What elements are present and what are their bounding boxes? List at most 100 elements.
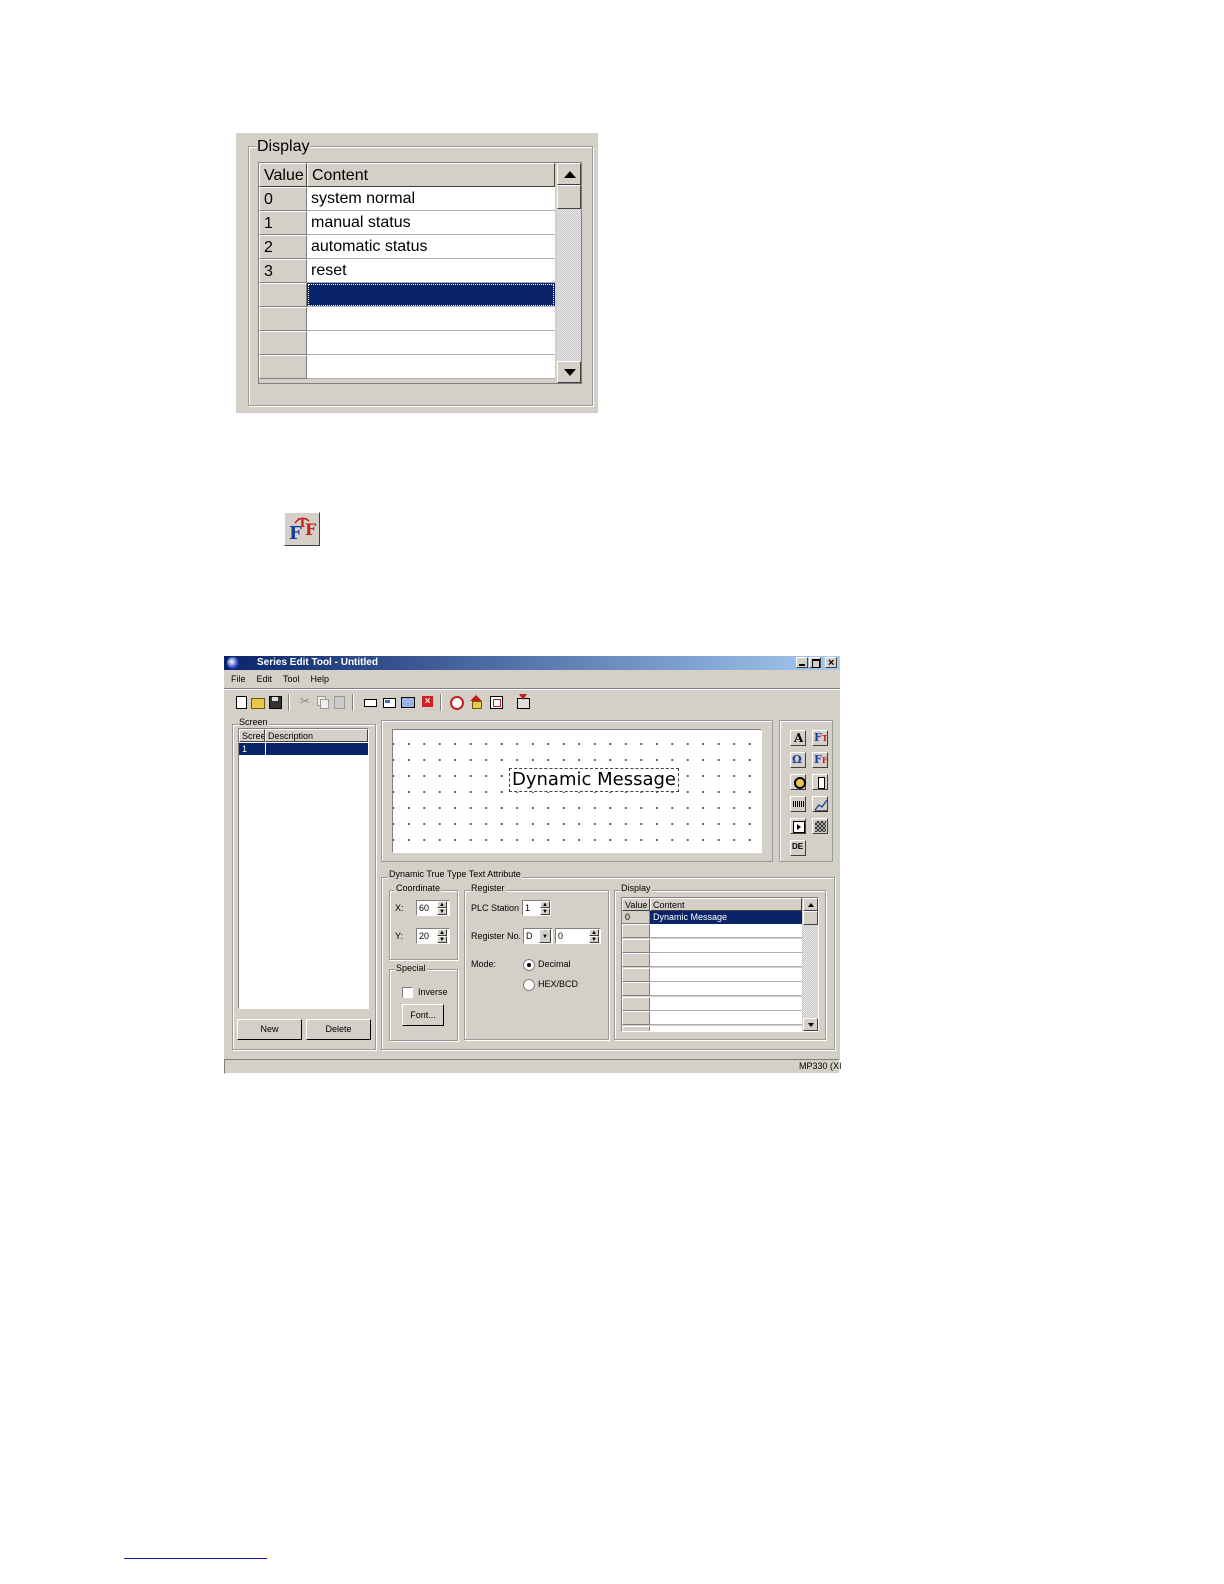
display-row[interactable]: 2 automatic status <box>259 235 555 259</box>
font-button[interactable]: Font... <box>402 1004 444 1026</box>
small-content-header[interactable]: Content <box>650 898 802 911</box>
paste-button[interactable] <box>331 694 347 710</box>
display-row[interactable] <box>259 355 555 379</box>
small-row-value-empty[interactable] <box>622 953 650 967</box>
small-value-header[interactable]: Value <box>622 898 650 911</box>
menu-edit[interactable]: Edit <box>257 674 273 684</box>
small-row-content-empty[interactable] <box>650 996 802 1011</box>
small-row-value-empty[interactable] <box>622 924 650 938</box>
home-screen-button[interactable] <box>468 694 484 710</box>
y-spin-up[interactable]: ▲ <box>437 929 447 936</box>
display-row-value[interactable]: 2 <box>259 235 307 259</box>
display-row-content[interactable]: automatic status <box>307 235 555 259</box>
value-column-header[interactable]: Value <box>259 163 307 187</box>
dynamic-message-object[interactable]: Dynamic Message <box>509 768 679 792</box>
small-row-value-empty[interactable] <box>622 1025 650 1031</box>
register-spin-up[interactable]: ▲ <box>589 929 599 936</box>
small-row-content-empty[interactable] <box>650 924 802 938</box>
display-row-value[interactable] <box>259 355 307 379</box>
display-row[interactable]: 3 reset <box>259 259 555 283</box>
static-text-tool[interactable]: A <box>790 730 806 746</box>
small-display-table[interactable]: Value Content 0 Dynamic Message <box>621 897 819 1032</box>
decimal-radio[interactable] <box>523 959 535 971</box>
new-screen-button[interactable] <box>362 694 378 710</box>
display-row[interactable] <box>259 331 555 355</box>
small-row-content[interactable]: Dynamic Message <box>650 911 802 924</box>
save-button[interactable] <box>267 694 283 710</box>
delete-screen-list-button[interactable]: Delete <box>306 1019 371 1040</box>
register-spin-down[interactable]: ▼ <box>589 936 599 943</box>
display-row[interactable] <box>259 307 555 331</box>
bitmap-tool[interactable] <box>812 818 828 834</box>
display-row[interactable] <box>259 283 555 307</box>
minimize-button[interactable] <box>796 657 808 668</box>
small-row-content-empty[interactable] <box>650 967 802 982</box>
display-row-content[interactable] <box>307 283 555 307</box>
data-entry-tool[interactable]: DE <box>790 840 806 856</box>
function-key-tool[interactable] <box>790 818 806 834</box>
copy-button[interactable] <box>314 694 330 710</box>
small-row-content-empty[interactable] <box>650 982 802 996</box>
x-spin-up[interactable]: ▲ <box>437 901 447 908</box>
display-row-value[interactable]: 3 <box>259 259 307 283</box>
scroll-up-button[interactable] <box>557 163 581 185</box>
display-row-value[interactable] <box>259 283 307 307</box>
content-column-header[interactable]: Content <box>307 163 555 187</box>
small-row-value-empty[interactable] <box>622 982 650 996</box>
screen-description-header[interactable]: Description <box>265 729 368 742</box>
inverse-checkbox[interactable] <box>402 987 413 998</box>
small-scroll-up[interactable] <box>803 898 818 911</box>
display-row-content[interactable] <box>307 331 555 355</box>
small-vertical-scrollbar[interactable] <box>803 898 818 1031</box>
display-row[interactable]: 0 system normal <box>259 187 555 211</box>
display-row-content[interactable]: reset <box>307 259 555 283</box>
small-row-value-empty[interactable] <box>622 967 650 982</box>
small-row-content-empty[interactable] <box>650 938 802 953</box>
small-row-content-empty[interactable] <box>650 1011 802 1025</box>
trend-graph-tool[interactable] <box>812 796 828 812</box>
new-screen-list-button[interactable]: New <box>237 1019 302 1040</box>
menu-tool[interactable]: Tool <box>283 674 300 684</box>
download-button[interactable] <box>515 694 531 710</box>
scroll-down-button[interactable] <box>557 361 581 383</box>
screen-list[interactable]: Scree Description 1 <box>238 728 369 1009</box>
dynamic-true-type-text-tool[interactable]: FF <box>812 752 828 768</box>
display-row[interactable]: 1 manual status <box>259 211 555 235</box>
small-row-content-empty[interactable] <box>650 1025 802 1031</box>
open-file-button[interactable] <box>250 694 266 710</box>
switch-tool[interactable] <box>812 774 828 790</box>
screen-canvas[interactable]: Dynamic Message <box>392 729 762 853</box>
display-row-content[interactable]: system normal <box>307 187 555 211</box>
small-row-value-empty[interactable] <box>622 1011 650 1025</box>
small-scroll-down[interactable] <box>803 1018 818 1031</box>
screen-row-selected[interactable]: 1 <box>239 743 368 755</box>
small-row-value[interactable]: 0 <box>622 911 650 924</box>
display-row-value[interactable] <box>259 331 307 355</box>
display-row-value[interactable]: 1 <box>259 211 307 235</box>
display-table[interactable]: Value Content 0 system normal 1 manual stat… <box>258 162 582 384</box>
dynamic-text-tool[interactable]: Ω <box>790 752 806 768</box>
vertical-scrollbar[interactable] <box>557 163 581 383</box>
copy-screen-button[interactable] <box>400 694 416 710</box>
maximize-button[interactable] <box>809 657 821 668</box>
scroll-thumb[interactable] <box>557 185 581 209</box>
menu-file[interactable]: File <box>231 674 246 684</box>
cut-button[interactable]: ✂ <box>297 694 313 710</box>
small-row-value-empty[interactable] <box>622 996 650 1011</box>
y-spin-down[interactable]: ▼ <box>437 936 447 943</box>
display-row-content[interactable] <box>307 307 555 331</box>
small-row-content-empty[interactable] <box>650 953 802 967</box>
lamp-tool[interactable] <box>790 774 806 790</box>
display-row-content[interactable]: manual status <box>307 211 555 235</box>
page-button[interactable] <box>488 694 504 710</box>
small-row-value-empty[interactable] <box>622 938 650 953</box>
close-button[interactable]: × <box>825 657 837 669</box>
hex-bcd-radio[interactable] <box>523 979 535 991</box>
screen-number-header[interactable]: Scree <box>239 729 265 742</box>
numeric-display-tool[interactable] <box>790 796 806 812</box>
screen-properties-button[interactable] <box>381 694 397 710</box>
new-file-button[interactable] <box>233 694 249 710</box>
plc-spin-down[interactable]: ▼ <box>540 908 550 915</box>
register-type-dropdown[interactable]: ▼ <box>539 929 551 943</box>
menu-help[interactable]: Help <box>311 674 330 684</box>
